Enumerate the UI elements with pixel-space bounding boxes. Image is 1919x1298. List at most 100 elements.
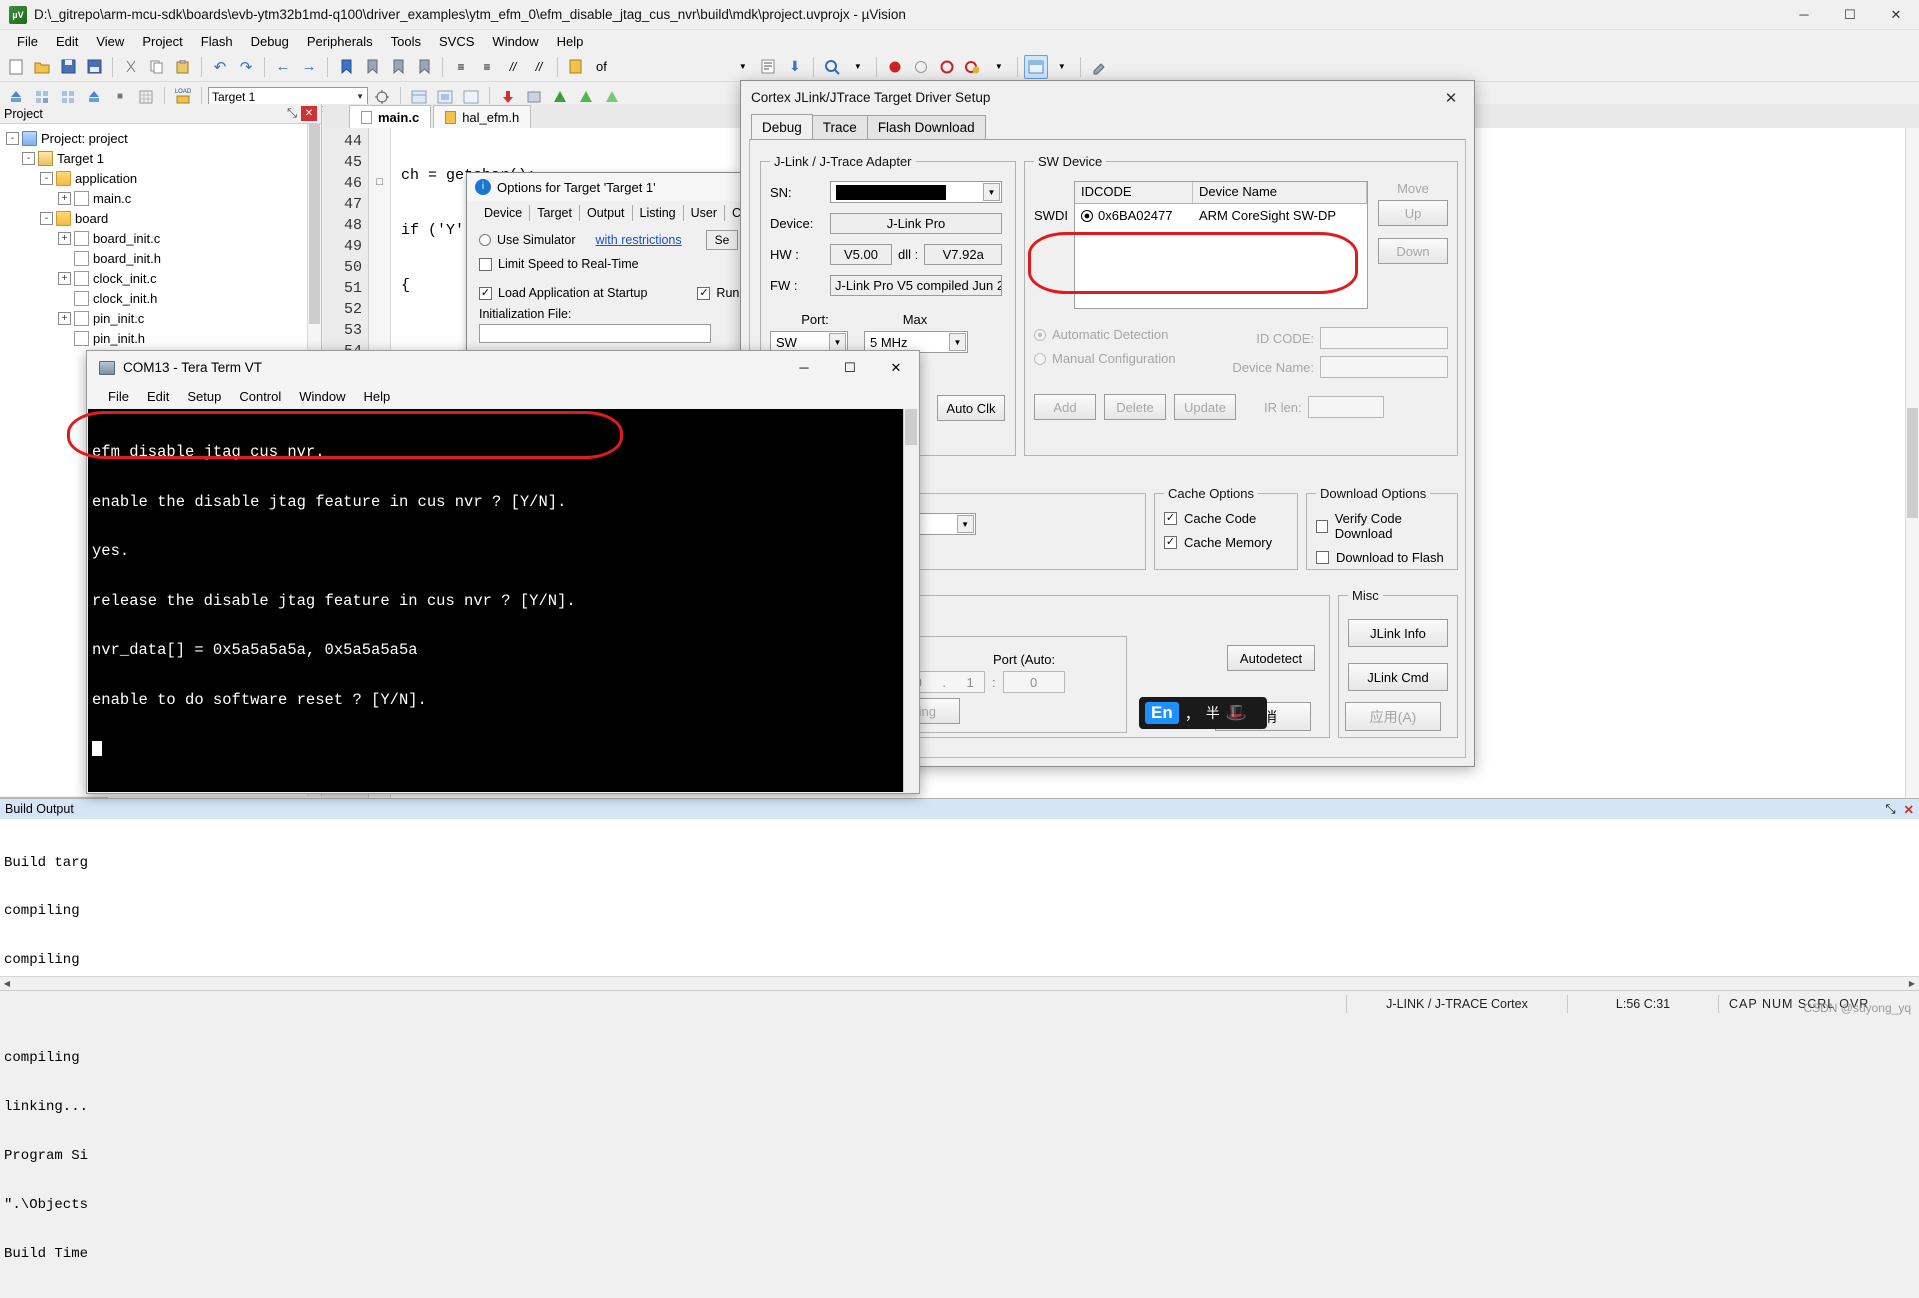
radio-unselected-icon[interactable] [1034, 353, 1046, 365]
menu-svcs[interactable]: SVCS [430, 32, 483, 51]
tab-hal-efm-h[interactable]: hal_efm.h [433, 105, 531, 128]
expander-icon[interactable]: + [58, 192, 71, 205]
close-button[interactable]: ✕ [1873, 0, 1919, 30]
tree-item-target1[interactable]: - Target 1 [4, 148, 321, 168]
init-file-input[interactable] [479, 324, 711, 343]
port-input[interactable]: 0 [1003, 671, 1065, 693]
tera-term-scrollbar[interactable] [903, 409, 918, 792]
cache-code-row[interactable]: ✓ Cache Code [1164, 511, 1288, 526]
update-button[interactable]: Update [1174, 394, 1236, 420]
tera-term-screen[interactable]: efm_disable_jtag_cus_nvr. enable the dis… [88, 409, 918, 792]
expander-icon[interactable]: + [58, 232, 71, 245]
tera-menu-setup[interactable]: Setup [178, 387, 230, 406]
maximize-button[interactable]: ☐ [827, 351, 873, 384]
close-icon[interactable]: ✕ [1438, 89, 1464, 107]
ime-punctuation-toggle[interactable]: ， [1185, 703, 1200, 724]
redo-icon[interactable]: ↷ [234, 55, 258, 79]
expander-icon[interactable]: + [58, 272, 71, 285]
automatic-detection-row[interactable]: Automatic Detection [1034, 327, 1224, 342]
uncomment-icon[interactable]: // [527, 55, 551, 79]
auto-clk-button[interactable]: Auto Clk [937, 395, 1005, 421]
new-file-icon[interactable] [4, 55, 28, 79]
bookmark-clear-icon[interactable] [412, 55, 436, 79]
open-file-icon[interactable] [30, 55, 54, 79]
navigate-forward-icon[interactable]: → [297, 55, 321, 79]
menu-help[interactable]: Help [548, 32, 593, 51]
device-name-input[interactable] [1320, 356, 1448, 378]
breakpoint-toggle-all-icon[interactable] [961, 55, 985, 79]
editor-scrollbar[interactable] [1905, 128, 1919, 798]
tab-user[interactable]: User [684, 205, 725, 221]
jlink-info-button[interactable]: JLink Info [1348, 619, 1448, 647]
radio-selected-icon[interactable] [1034, 329, 1046, 341]
save-icon[interactable] [56, 55, 80, 79]
menu-file[interactable]: File [8, 32, 47, 51]
with-restrictions-link[interactable]: with restrictions [596, 233, 682, 247]
expander-icon[interactable]: + [58, 312, 71, 325]
tera-menu-control[interactable]: Control [230, 387, 290, 406]
settings-button[interactable]: Se [706, 230, 739, 250]
tree-item-project[interactable]: - Project: project [4, 128, 321, 148]
checkbox-icon[interactable]: ✓ [1164, 512, 1177, 525]
autodetect-button[interactable]: Autodetect [1227, 645, 1315, 671]
undo-icon[interactable]: ↶ [208, 55, 232, 79]
breakpoint-menu-icon[interactable]: ▼ [987, 55, 1011, 79]
move-down-button[interactable]: Down [1378, 238, 1448, 264]
pin-icon[interactable]: ⤡ [285, 106, 299, 121]
tera-menu-window[interactable]: Window [290, 387, 354, 406]
minimize-button[interactable]: ─ [1781, 0, 1827, 30]
radio-icon[interactable] [479, 234, 491, 246]
tree-item-mainc[interactable]: + main.c [4, 188, 321, 208]
tab-flash-download[interactable]: Flash Download [867, 115, 986, 139]
expander-icon[interactable]: - [40, 172, 53, 185]
menu-debug[interactable]: Debug [242, 32, 298, 51]
tera-menu-file[interactable]: File [99, 387, 138, 406]
download-flash-row[interactable]: Download to Flash [1316, 550, 1448, 565]
tera-menu-help[interactable]: Help [355, 387, 400, 406]
tree-item-pin-initc[interactable]: + pin_init.c [4, 308, 321, 328]
close-icon[interactable]: ✕ [1904, 802, 1914, 817]
tree-item-clock-inith[interactable]: clock_init.h [4, 288, 321, 308]
breakpoint-icon[interactable] [883, 55, 907, 79]
scroll-left-icon[interactable]: ◀ [0, 979, 14, 988]
scroll-right-icon[interactable]: ▶ [1905, 979, 1919, 988]
indent-icon[interactable]: ≡ [449, 55, 473, 79]
maximize-button[interactable]: ☐ [1827, 0, 1873, 30]
checkbox-icon[interactable]: ✓ [1164, 536, 1177, 549]
insert-bookmark-icon[interactable]: ⬇ [783, 55, 807, 79]
tree-item-application[interactable]: - application [4, 168, 321, 188]
menu-edit[interactable]: Edit [47, 32, 87, 51]
tree-item-board[interactable]: - board [4, 208, 321, 228]
apply-button[interactable]: 应用(A) [1345, 702, 1441, 731]
layout-menu-icon[interactable]: ▼ [1050, 55, 1074, 79]
ime-tool-icon[interactable]: 🎩 [1226, 703, 1247, 723]
tab-listing[interactable]: Listing [633, 205, 684, 221]
table-row[interactable]: 0x6BA02477 ARM CoreSight SW-DP [1075, 204, 1367, 227]
tree-item-board-inith[interactable]: board_init.h [4, 248, 321, 268]
sn-combo[interactable]: ▼ [830, 181, 1002, 203]
tab-output[interactable]: Output [580, 205, 633, 221]
verify-code-row[interactable]: Verify Code Download [1316, 511, 1448, 541]
menu-tools[interactable]: Tools [382, 32, 430, 51]
close-button[interactable]: ✕ [873, 351, 919, 384]
scrollbar-thumb[interactable] [905, 409, 917, 445]
pin-icon[interactable]: ⤡ [1886, 802, 1896, 817]
scrollbar-thumb[interactable] [1907, 408, 1918, 518]
fold-mark[interactable]: □ [369, 173, 390, 194]
breakpoint-clear-icon[interactable] [935, 55, 959, 79]
chevron-down-icon[interactable]: ▼ [957, 515, 974, 533]
comment-icon[interactable]: // [501, 55, 525, 79]
tab-trace[interactable]: Trace [812, 115, 868, 139]
save-all-icon[interactable] [82, 55, 106, 79]
expander-icon[interactable]: - [6, 132, 19, 145]
build-output-hscrollbar[interactable]: ◀ ▶ [0, 976, 1919, 990]
ime-mode-indicator[interactable]: En [1145, 702, 1179, 724]
checkbox-icon[interactable] [1316, 520, 1328, 533]
bookmark-toggle-icon[interactable] [334, 55, 358, 79]
window-layout-icon[interactable] [1024, 55, 1048, 79]
find-in-files-icon[interactable] [564, 55, 588, 79]
manual-configuration-row[interactable]: Manual Configuration [1034, 351, 1224, 366]
tree-item-board-initc[interactable]: + board_init.c [4, 228, 321, 248]
bookmark-prev-icon[interactable] [360, 55, 384, 79]
breakpoint-disable-icon[interactable] [909, 55, 933, 79]
